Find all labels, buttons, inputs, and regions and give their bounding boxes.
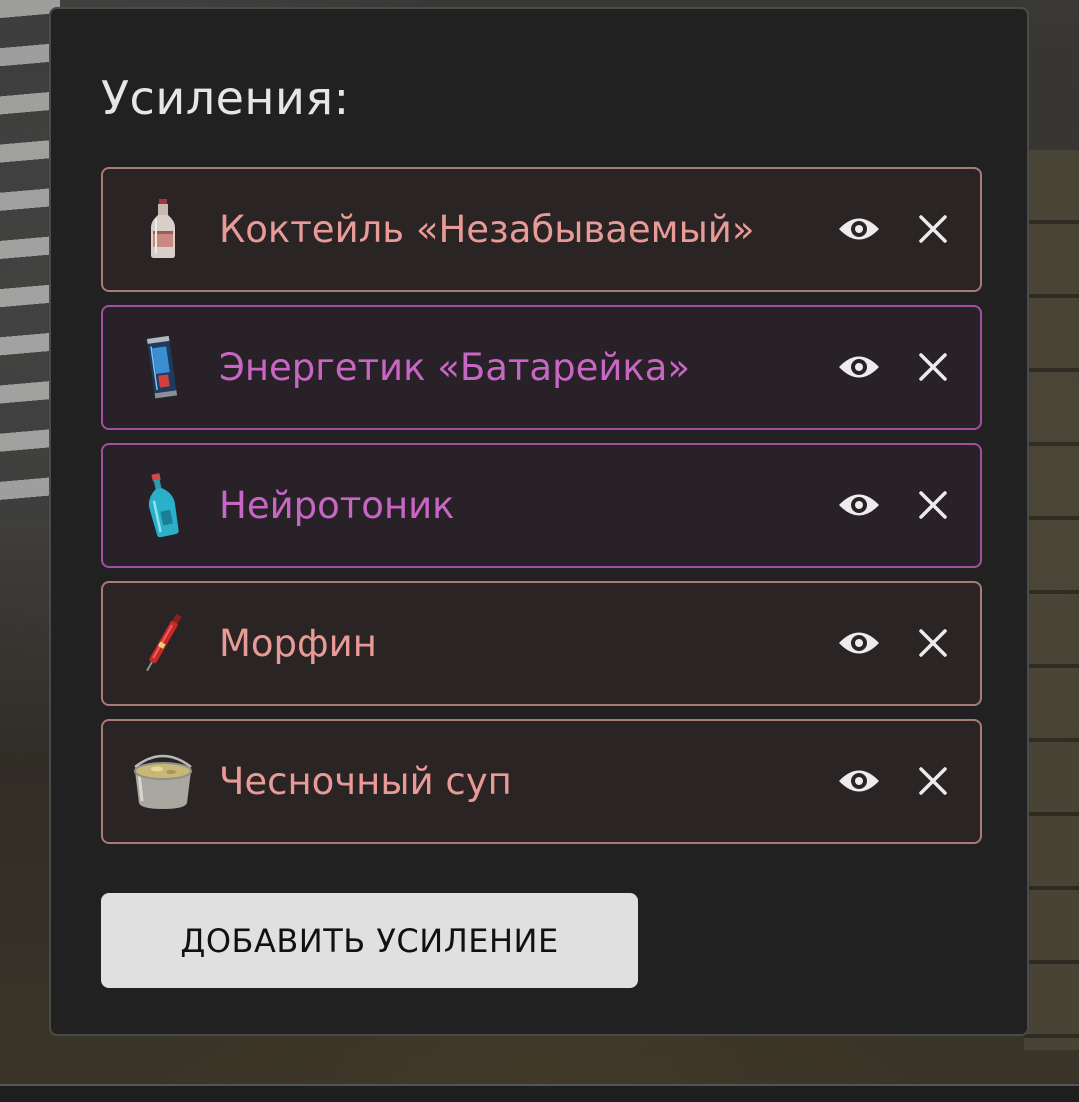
close-icon[interactable] (913, 347, 953, 387)
close-icon[interactable] (913, 761, 953, 801)
boosts-panel: Усиления: Коктейль «Незабываемый» Энерге… (49, 7, 1029, 1036)
boost-item: Морфин (101, 581, 982, 706)
boost-item: Энергетик «Батарейка» (101, 305, 982, 430)
boost-name: Энергетик «Батарейка» (219, 346, 691, 389)
bottle-icon (129, 195, 197, 263)
eye-icon[interactable] (835, 761, 883, 801)
close-icon[interactable] (913, 209, 953, 249)
panel-title: Усиления: (101, 71, 350, 125)
syringe-icon (129, 609, 197, 677)
boost-item: Нейротоник (101, 443, 982, 568)
eye-icon[interactable] (835, 347, 883, 387)
eye-icon[interactable] (835, 485, 883, 525)
close-icon[interactable] (913, 485, 953, 525)
soup-pot-icon (129, 747, 197, 815)
background-shelves (1024, 150, 1079, 1050)
boost-item: Чесночный суп (101, 719, 982, 844)
blue-bottle-icon (129, 471, 197, 539)
boost-name: Коктейль «Незабываемый» (219, 208, 755, 251)
boost-name: Морфин (219, 622, 377, 665)
boosts-list: Коктейль «Незабываемый» Энергетик «Батар… (101, 167, 982, 857)
boost-name: Нейротоник (219, 484, 455, 527)
add-boost-button[interactable]: ДОБАВИТЬ УСИЛЕНИЕ (101, 893, 638, 988)
energy-can-icon (129, 333, 197, 401)
eye-icon[interactable] (835, 209, 883, 249)
eye-icon[interactable] (835, 623, 883, 663)
bottom-bar (0, 1084, 1079, 1102)
close-icon[interactable] (913, 623, 953, 663)
boost-name: Чесночный суп (219, 760, 512, 803)
boost-item: Коктейль «Незабываемый» (101, 167, 982, 292)
